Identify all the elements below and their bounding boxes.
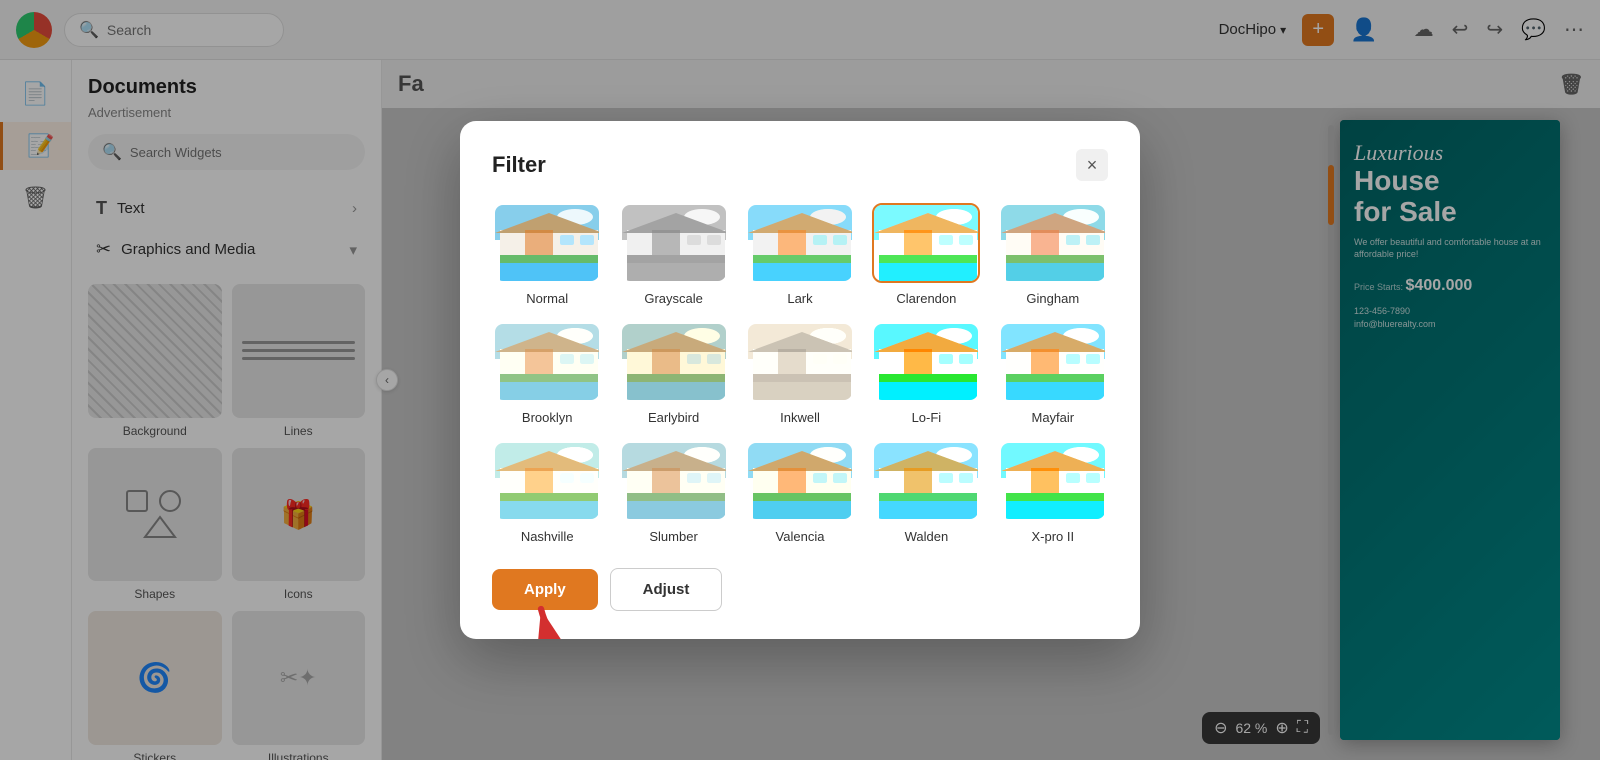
- modal-header: Filter ×: [492, 149, 1108, 181]
- filter-thumb-xproii: [999, 441, 1107, 521]
- filter-thumb-brooklyn: [493, 322, 601, 402]
- filter-label-walden: Walden: [905, 529, 949, 544]
- filter-item-normal[interactable]: Normal: [492, 203, 602, 306]
- filter-item-grayscale[interactable]: Grayscale: [618, 203, 728, 306]
- filter-label-lark: Lark: [787, 291, 812, 306]
- filter-label-xproii: X-pro II: [1031, 529, 1074, 544]
- filter-grid: Normal Grayscale Lark Clarendon Gingham Brook…: [492, 203, 1108, 544]
- filter-label-clarendon: Clarendon: [896, 291, 956, 306]
- filter-thumb-slumber: [620, 441, 728, 521]
- filter-item-inkwell[interactable]: Inkwell: [745, 322, 855, 425]
- adjust-button[interactable]: Adjust: [610, 568, 723, 611]
- filter-thumb-clarendon: [872, 203, 980, 283]
- filter-label-mayfair: Mayfair: [1031, 410, 1074, 425]
- filter-label-valencia: Valencia: [776, 529, 825, 544]
- modal-footer: Apply Adjust: [492, 568, 1108, 611]
- filter-item-clarendon[interactable]: Clarendon: [871, 203, 981, 306]
- filter-item-brooklyn[interactable]: Brooklyn: [492, 322, 602, 425]
- filter-item-earlybird[interactable]: Earlybird: [618, 322, 728, 425]
- filter-thumb-walden: [872, 441, 980, 521]
- filter-thumb-inkwell: [746, 322, 854, 402]
- filter-thumb-normal: [493, 203, 601, 283]
- filter-item-valencia[interactable]: Valencia: [745, 441, 855, 544]
- filter-label-earlybird: Earlybird: [648, 410, 699, 425]
- filter-thumb-mayfair: [999, 322, 1107, 402]
- modal-overlay[interactable]: Filter × Normal Grayscale Lark Clarendon Gin…: [0, 0, 1600, 760]
- modal-close-button[interactable]: ×: [1076, 149, 1108, 181]
- filter-item-lofi[interactable]: Lo-Fi: [871, 322, 981, 425]
- filter-label-lofi: Lo-Fi: [912, 410, 942, 425]
- filter-label-inkwell: Inkwell: [780, 410, 820, 425]
- filter-label-slumber: Slumber: [649, 529, 697, 544]
- filter-item-mayfair[interactable]: Mayfair: [998, 322, 1108, 425]
- filter-thumb-grayscale: [620, 203, 728, 283]
- modal-title: Filter: [492, 152, 546, 178]
- filter-item-gingham[interactable]: Gingham: [998, 203, 1108, 306]
- filter-item-xproii[interactable]: X-pro II: [998, 441, 1108, 544]
- filter-label-grayscale: Grayscale: [644, 291, 703, 306]
- apply-button[interactable]: Apply: [492, 569, 598, 610]
- filter-thumb-lark: [746, 203, 854, 283]
- filter-thumb-gingham: [999, 203, 1107, 283]
- filter-label-gingham: Gingham: [1026, 291, 1079, 306]
- filter-modal: Filter × Normal Grayscale Lark Clarendon Gin…: [460, 121, 1140, 639]
- filter-thumb-earlybird: [620, 322, 728, 402]
- filter-thumb-valencia: [746, 441, 854, 521]
- filter-item-lark[interactable]: Lark: [745, 203, 855, 306]
- filter-label-brooklyn: Brooklyn: [522, 410, 573, 425]
- filter-item-nashville[interactable]: Nashville: [492, 441, 602, 544]
- filter-thumb-nashville: [493, 441, 601, 521]
- filter-thumb-lofi: [872, 322, 980, 402]
- filter-item-slumber[interactable]: Slumber: [618, 441, 728, 544]
- filter-item-walden[interactable]: Walden: [871, 441, 981, 544]
- filter-label-normal: Normal: [526, 291, 568, 306]
- filter-label-nashville: Nashville: [521, 529, 574, 544]
